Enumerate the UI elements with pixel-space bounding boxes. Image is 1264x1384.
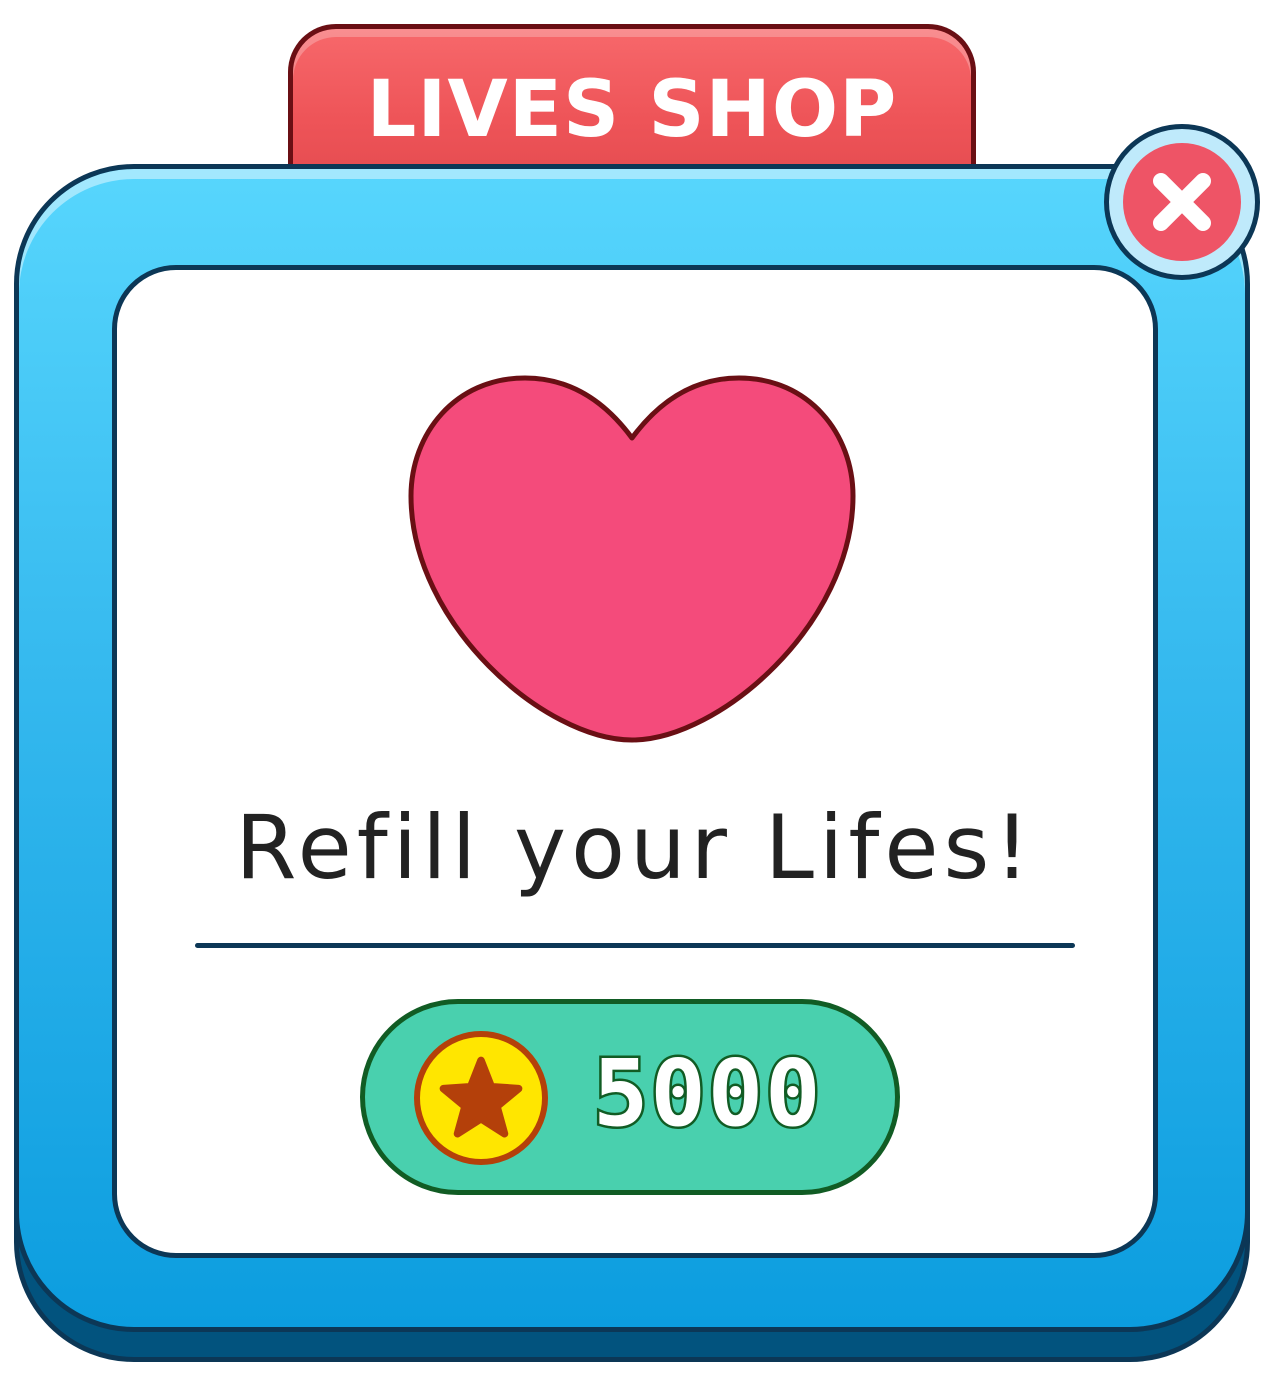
buy-lives-button[interactable]: 5000 — [360, 999, 900, 1195]
star-coin-icon — [414, 1031, 548, 1165]
close-button[interactable] — [1104, 124, 1260, 280]
close-icon — [1123, 143, 1241, 261]
price-label: 5000 — [591, 1040, 824, 1147]
divider — [195, 943, 1075, 948]
refill-heading: Refill your Lifes! — [235, 796, 1035, 899]
dialog-title: LIVES SHOP — [366, 65, 898, 155]
heart-icon — [408, 375, 856, 743]
